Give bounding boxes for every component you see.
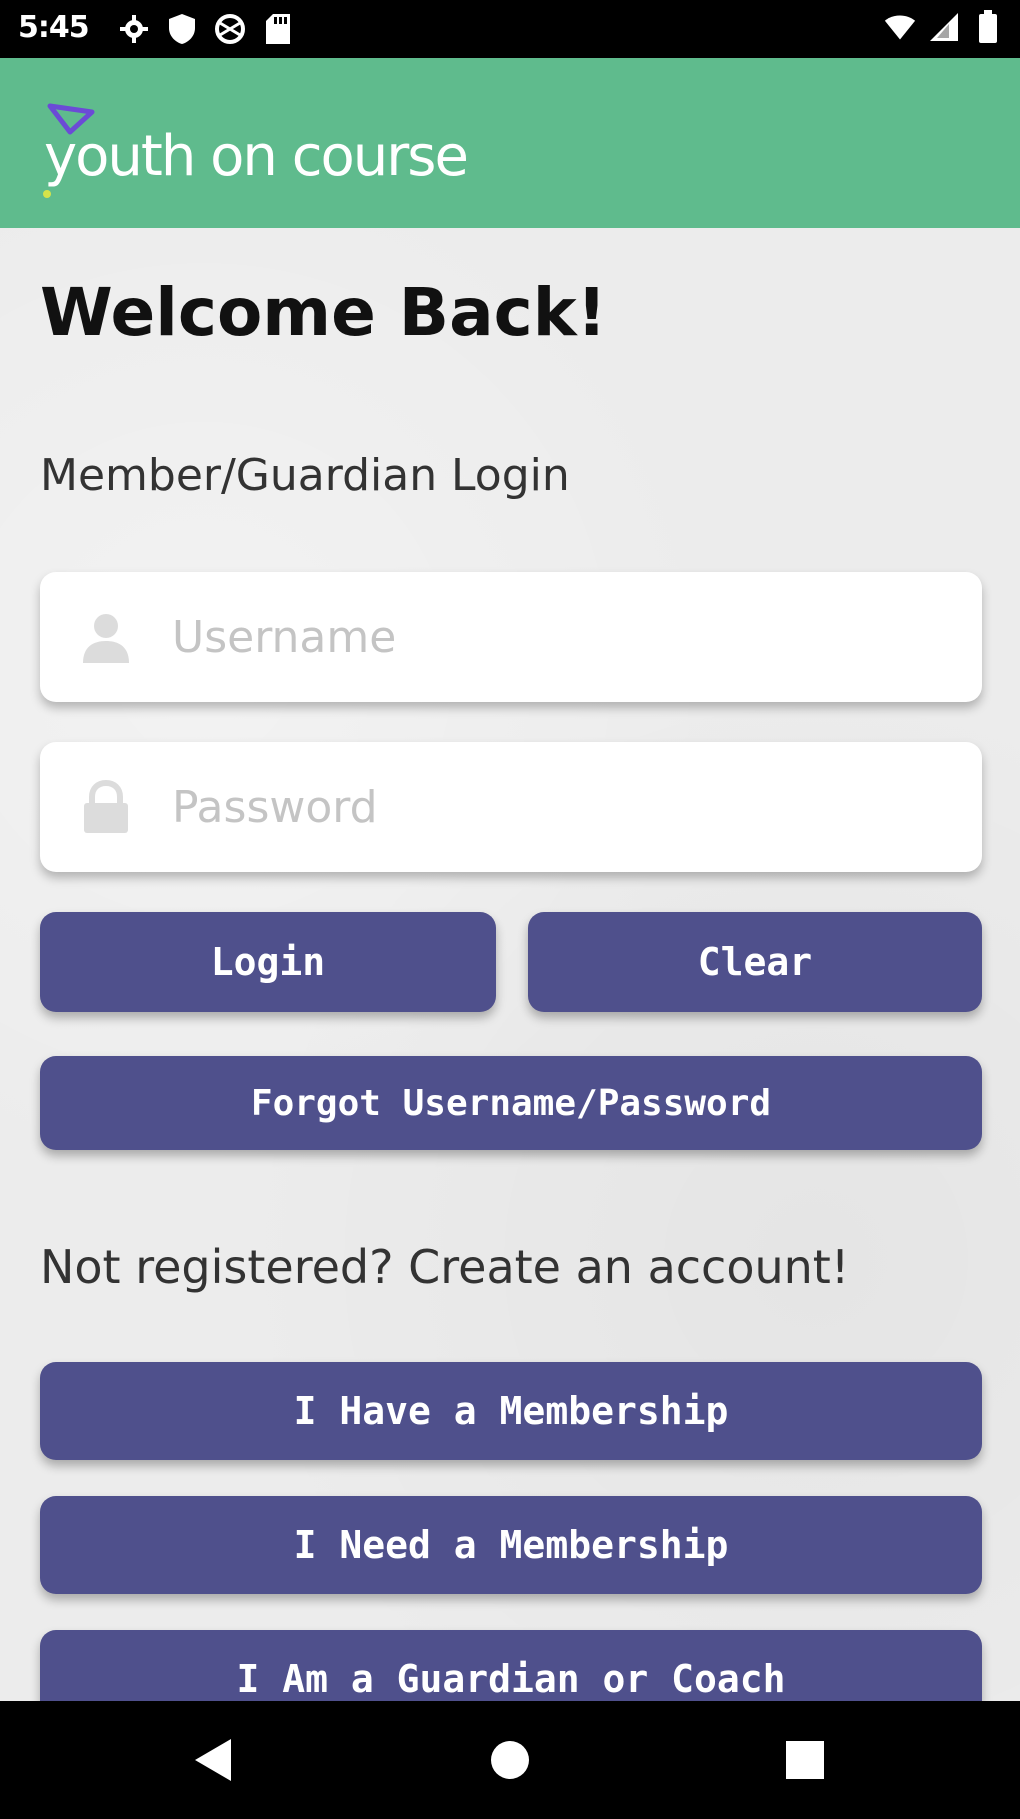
home-icon[interactable]: [485, 1735, 535, 1785]
status-icons-left: [118, 12, 294, 46]
create-account-label: Not registered? Create an account!: [40, 1240, 850, 1294]
system-nav-bar: [0, 1701, 1020, 1819]
status-time: 5:45: [18, 10, 90, 45]
need-membership-button[interactable]: I Need a Membership: [40, 1496, 982, 1594]
forgot-credentials-button[interactable]: Forgot Username/Password: [40, 1056, 982, 1150]
login-content: Welcome Back! Member/Guardian Login Logi…: [0, 228, 1020, 1728]
lock-icon: [84, 779, 128, 833]
clear-button[interactable]: Clear: [528, 912, 982, 1012]
password-field[interactable]: [40, 742, 982, 872]
user-icon: [83, 614, 129, 663]
battery-icon: [972, 10, 1004, 44]
wifi-icon: [884, 10, 916, 44]
logo-text: youth on course: [44, 124, 469, 189]
have-membership-button[interactable]: I Have a Membership: [40, 1362, 982, 1460]
status-bar: 5:45: [0, 0, 1020, 58]
sd-card-icon: [262, 12, 294, 46]
back-icon[interactable]: [188, 1735, 238, 1785]
password-input[interactable]: [170, 780, 894, 834]
shield-icon: [166, 12, 198, 46]
recents-icon[interactable]: [780, 1735, 830, 1785]
username-field[interactable]: [40, 572, 982, 702]
cell-signal-icon: [928, 10, 960, 44]
login-button[interactable]: Login: [40, 912, 496, 1012]
login-section-label: Member/Guardian Login: [40, 450, 570, 501]
globe-icon: [214, 12, 246, 46]
page-title: Welcome Back!: [40, 274, 607, 351]
app-header: youth on course: [0, 58, 1020, 228]
username-input[interactable]: [170, 610, 894, 664]
status-icons-right: [884, 10, 1004, 44]
gear-icon: [118, 12, 150, 46]
